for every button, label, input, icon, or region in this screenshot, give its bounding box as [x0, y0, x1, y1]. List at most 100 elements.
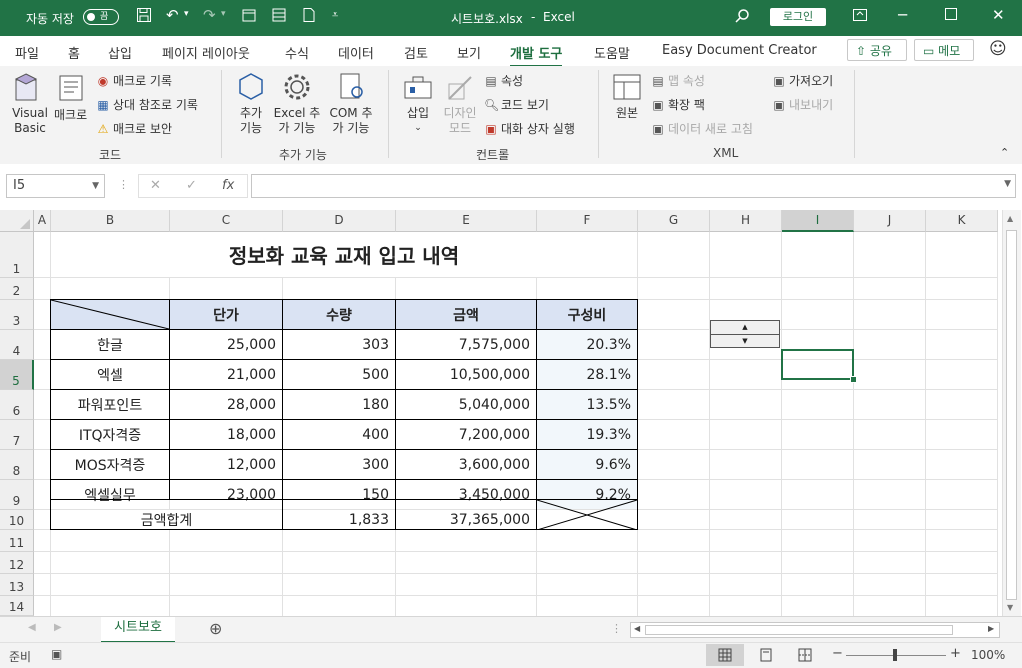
column-header-h[interactable]: H	[710, 210, 782, 232]
export-button[interactable]: ▣ 내보내기	[772, 96, 833, 113]
import-button[interactable]: ▣ 가져오기	[772, 72, 833, 89]
insert-function-icon[interactable]: fx	[222, 178, 234, 193]
close-icon[interactable]: ✕	[992, 6, 1005, 24]
refresh-data-button[interactable]: ▣ 데이터 새로 고침	[651, 120, 753, 137]
row-header-12[interactable]: 12	[0, 552, 34, 574]
zoom-slider-thumb[interactable]	[893, 649, 897, 661]
row-header-11[interactable]: 11	[0, 530, 34, 552]
ribbon-display-options-icon[interactable]	[852, 7, 868, 27]
expansion-packs-button[interactable]: ▣ 확장 팩	[651, 96, 705, 113]
zoom-slider[interactable]	[846, 649, 946, 661]
row-amount[interactable]: 10,500,000	[396, 360, 536, 389]
row-header-14[interactable]: 14	[0, 596, 34, 616]
tab-formulas[interactable]: 수식	[285, 43, 309, 62]
tab-easy-document-creator[interactable]: Easy Document Creator	[662, 43, 817, 58]
tab-review[interactable]: 검토	[404, 43, 428, 62]
zoom-out-icon[interactable]: −	[832, 646, 843, 661]
row-price[interactable]: 12,000	[170, 450, 282, 479]
tab-home[interactable]: 홈	[68, 43, 80, 62]
row-price[interactable]: 23,000	[170, 480, 282, 509]
tab-insert[interactable]: 삽입	[108, 43, 132, 62]
sheet-tab-active[interactable]: 시트보호	[101, 617, 175, 643]
column-header-b[interactable]: B	[51, 210, 170, 232]
header-quantity[interactable]: 수량	[283, 300, 395, 329]
document-icon[interactable]	[301, 7, 317, 27]
accessibility-icon[interactable]: ▣	[51, 647, 62, 661]
total-label[interactable]: 금액합계	[51, 510, 282, 529]
column-header-c[interactable]: C	[170, 210, 283, 232]
customize-qat-icon[interactable]: ⩡	[332, 8, 338, 22]
row-header-13[interactable]: 13	[0, 574, 34, 596]
row-ratio[interactable]: 28.1%	[537, 360, 637, 389]
row-ratio[interactable]: 13.5%	[537, 390, 637, 419]
column-header-e[interactable]: E	[396, 210, 537, 232]
splitter-icon[interactable]: ⋮	[611, 622, 622, 635]
tab-developer[interactable]: 개발 도구	[510, 43, 563, 68]
page-break-view-icon[interactable]	[798, 648, 812, 662]
memo-button[interactable]: ▭ 메모	[914, 39, 974, 61]
normal-view-button[interactable]	[706, 644, 744, 666]
row-header-9[interactable]: 9	[0, 480, 34, 510]
sheet-title[interactable]: 정보화 교육 교재 입고 내역	[51, 232, 637, 277]
horizontal-scroll-thumb[interactable]	[645, 625, 953, 635]
formula-input[interactable]: ▼	[251, 174, 1016, 198]
spin-up-icon[interactable]: ▲	[711, 321, 779, 335]
redo-icon[interactable]: ↷	[203, 6, 216, 24]
row-price[interactable]: 28,000	[170, 390, 282, 419]
total-quantity[interactable]: 1,833	[283, 510, 395, 529]
smiley-icon[interactable]: ☺	[989, 39, 1007, 59]
minimize-icon[interactable]: ─	[898, 6, 907, 24]
row-qty[interactable]: 400	[283, 420, 395, 449]
row-header-3[interactable]: 3	[0, 300, 34, 330]
crossed-out-cell[interactable]	[537, 500, 637, 530]
active-cell[interactable]	[781, 349, 854, 380]
properties-button[interactable]: ▤ 속성	[484, 72, 523, 89]
row-name[interactable]: 한글	[51, 330, 169, 359]
column-header-f[interactable]: F	[537, 210, 638, 232]
row-header-10[interactable]: 10	[0, 510, 34, 530]
row-amount[interactable]: 3,450,000	[396, 480, 536, 509]
signin-button[interactable]: 로그인	[770, 8, 826, 26]
scroll-left-icon[interactable]: ◀	[634, 624, 640, 633]
row-qty[interactable]: 150	[283, 480, 395, 509]
vertical-scrollbar[interactable]: ▲ ▼	[1002, 210, 1021, 616]
save-icon[interactable]	[136, 7, 152, 27]
tab-file[interactable]: 파일	[15, 43, 39, 62]
spin-button[interactable]: ▲ ▼	[710, 320, 780, 348]
undo-dropdown-icon[interactable]: ▾	[184, 9, 189, 19]
maximize-icon[interactable]	[944, 7, 958, 25]
relative-reference-button[interactable]: ▦ 상대 참조로 기록	[96, 96, 198, 113]
column-header-k[interactable]: K	[926, 210, 998, 232]
row-ratio[interactable]: 20.3%	[537, 330, 637, 359]
collapse-ribbon-icon[interactable]: ⌃	[1000, 146, 1009, 159]
new-sheet-icon[interactable]	[241, 7, 257, 27]
expand-formula-icon[interactable]: ▼	[1004, 179, 1011, 189]
form-icon[interactable]	[271, 7, 287, 27]
row-name[interactable]: MOS자격증	[51, 450, 169, 479]
row-price[interactable]: 18,000	[170, 420, 282, 449]
worksheet-grid[interactable]: A B C D E F G H I J K ▲ ▼ 1 2 3 4 5 6 7 …	[0, 210, 1022, 616]
zoom-level[interactable]: 100%	[971, 648, 1005, 662]
row-name[interactable]: 파워포인트	[51, 390, 169, 419]
row-name[interactable]: ITQ자격증	[51, 420, 169, 449]
total-amount[interactable]: 37,365,000	[396, 510, 536, 529]
row-header-4[interactable]: 4	[0, 330, 34, 360]
row-header-6[interactable]: 6	[0, 390, 34, 420]
fill-handle[interactable]	[850, 376, 857, 383]
row-ratio[interactable]: 19.3%	[537, 420, 637, 449]
row-price[interactable]: 21,000	[170, 360, 282, 389]
row-name[interactable]: 엑셀	[51, 360, 169, 389]
prev-sheet-icon[interactable]: ◀	[28, 622, 36, 633]
row-header-2[interactable]: 2	[0, 278, 34, 300]
row-header-1[interactable]: 1	[0, 232, 34, 278]
undo-icon[interactable]: ↶	[166, 6, 179, 24]
column-header-d[interactable]: D	[283, 210, 396, 232]
tab-page-layout[interactable]: 페이지 레이아웃	[162, 43, 250, 62]
autosave-toggle[interactable]: 끔	[83, 9, 119, 25]
page-layout-view-icon[interactable]	[759, 648, 773, 662]
select-all-corner[interactable]	[0, 210, 34, 232]
column-header-g[interactable]: G	[638, 210, 710, 232]
tab-help[interactable]: 도움말	[594, 43, 630, 62]
row-qty[interactable]: 303	[283, 330, 395, 359]
header-amount[interactable]: 금액	[396, 300, 536, 329]
